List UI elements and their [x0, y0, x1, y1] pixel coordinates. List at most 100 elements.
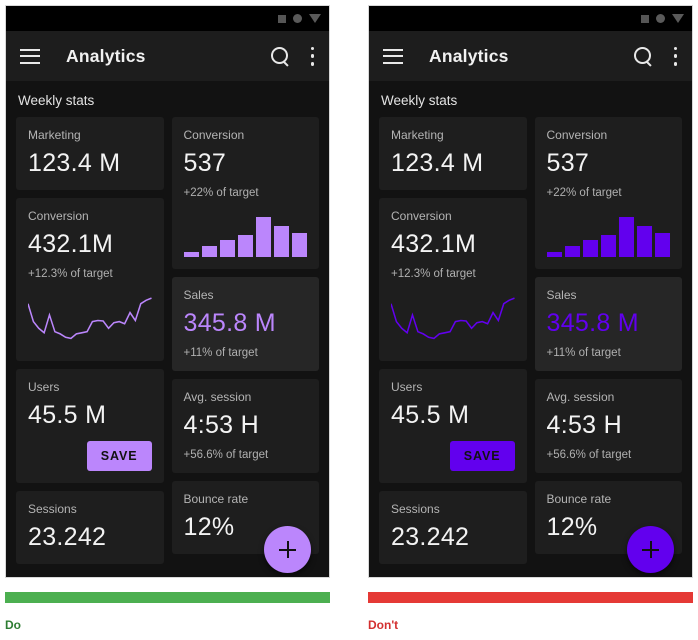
conversion-bar-chart — [183, 211, 308, 258]
page-title: Analytics — [429, 45, 509, 66]
stat-card-sessions[interactable]: Sessions 23.242 — [379, 491, 527, 565]
stat-card-label: Bounce rate — [546, 492, 612, 507]
card-column-left: Marketing 123.4 M Conversion 432.1M +12.3% o… — [379, 117, 527, 565]
stat-card-subtext: +22% of target — [183, 187, 259, 200]
bar-6 — [636, 225, 652, 258]
square-icon — [278, 14, 286, 23]
phone-frame-dont: Analytics Weekly stats Marketing 123.4 M C… — [368, 5, 693, 578]
stat-card-value: 45.5 M — [391, 400, 470, 429]
stat-card-label: Marketing — [391, 128, 444, 142]
stat-card-subtext: +12.3% of target — [391, 268, 476, 281]
stat-card-value: 537 — [183, 148, 227, 177]
status-bar — [6, 6, 329, 31]
plus-icon — [279, 541, 296, 558]
bar-7 — [654, 233, 671, 258]
save-button-row: SAVE — [391, 441, 515, 472]
stat-card-avgsession[interactable]: Avg. session 4:53 H +56.6% of target — [171, 379, 319, 474]
floating-action-button[interactable] — [264, 526, 311, 573]
stat-card-value: 23.242 — [28, 522, 107, 551]
comparison-figure: Analytics Weekly stats Marketing 123.4 M C… — [0, 0, 698, 640]
stat-card-sessions[interactable]: Sessions 23.242 — [16, 491, 164, 565]
section-title: Weekly stats — [18, 93, 95, 108]
stat-card-label: Conversion — [183, 128, 245, 142]
bar-3 — [219, 239, 235, 258]
stat-card-conversion1[interactable]: Conversion 537 +22% of target — [534, 117, 682, 270]
stat-card-subtext: +11% of target — [183, 347, 258, 360]
bar-3 — [582, 239, 598, 258]
more-vertical-icon[interactable] — [673, 46, 678, 66]
conversion-bar-chart — [546, 211, 671, 258]
stat-card-label: Users — [28, 380, 60, 395]
bar-5 — [255, 216, 271, 258]
triangle-down-icon — [672, 14, 684, 23]
stat-card-value: 432.1M — [391, 229, 477, 258]
stat-card-label: Sales — [183, 288, 214, 303]
stat-card-conversion2[interactable]: Conversion 432.1M +12.3% of target — [379, 198, 527, 362]
conversion-sparkline — [390, 297, 515, 340]
save-button-row: SAVE — [28, 441, 152, 472]
status-bar — [369, 6, 692, 31]
stat-card-value: 23.242 — [391, 522, 470, 551]
stat-card-marketing[interactable]: Marketing 123.4 M — [16, 117, 164, 191]
stat-card-value: 432.1M — [28, 229, 114, 258]
bar-6 — [273, 225, 289, 258]
search-icon[interactable] — [633, 46, 654, 67]
stat-card-value: 4:53 H — [546, 410, 622, 439]
plus-icon — [642, 541, 659, 558]
stat-card-value: 45.5 M — [28, 400, 107, 429]
stat-card-label: Avg. session — [546, 390, 615, 405]
do-caption: Do — [5, 618, 21, 632]
stat-card-users[interactable]: Users 45.5 M SAVE — [379, 369, 527, 484]
stat-card-label: Avg. session — [183, 390, 252, 405]
stat-card-subtext: +11% of target — [546, 347, 621, 360]
stat-card-value: 123.4 M — [28, 148, 121, 177]
stat-card-subtext: +12.3% of target — [28, 268, 113, 281]
stat-card-users[interactable]: Users 45.5 M SAVE — [16, 369, 164, 484]
stat-card-label: Conversion — [391, 209, 452, 224]
card-column-left: Marketing 123.4 M Conversion 432.1M +12.3% o… — [16, 117, 164, 565]
bar-4 — [237, 235, 253, 258]
stat-card-avgsession[interactable]: Avg. session 4:53 H +56.6% of target — [534, 379, 682, 474]
content-area: Weekly stats Marketing 123.4 M Conversion 4… — [6, 81, 329, 577]
hamburger-menu-icon[interactable] — [20, 48, 40, 64]
stat-card-label: Conversion — [546, 128, 608, 142]
do-indicator-bar — [5, 592, 330, 603]
content-area: Weekly stats Marketing 123.4 M Conversion 4… — [369, 81, 692, 577]
page-title: Analytics — [66, 45, 146, 66]
stat-card-conversion1[interactable]: Conversion 537 +22% of target — [171, 117, 319, 270]
search-icon[interactable] — [270, 46, 291, 67]
panel-do: Analytics Weekly stats Marketing 123.4 M C… — [5, 5, 330, 583]
triangle-down-icon — [309, 14, 321, 23]
stat-card-label: Sessions — [391, 502, 440, 517]
hamburger-menu-icon[interactable] — [383, 48, 403, 64]
circle-icon — [656, 14, 665, 23]
save-button[interactable]: SAVE — [449, 441, 515, 472]
circle-icon — [293, 14, 302, 23]
floating-action-button[interactable] — [627, 526, 674, 573]
bar-2 — [564, 246, 580, 258]
bar-2 — [201, 246, 217, 258]
app-bar: Analytics — [369, 31, 692, 81]
phone-frame-do: Analytics Weekly stats Marketing 123.4 M C… — [5, 5, 330, 578]
bar-1 — [546, 251, 562, 258]
bar-4 — [600, 235, 616, 258]
stat-card-conversion2[interactable]: Conversion 432.1M +12.3% of target — [16, 198, 164, 362]
more-vertical-icon[interactable] — [310, 46, 315, 66]
conversion-sparkline — [27, 297, 152, 340]
square-icon — [641, 14, 649, 23]
stat-card-value: 4:53 H — [183, 410, 259, 439]
stat-card-sales[interactable]: Sales 345.8 M +11% of target — [171, 277, 319, 372]
stat-card-label: Sessions — [28, 502, 77, 517]
bar-7 — [291, 233, 308, 258]
stat-card-value: 345.8 M — [546, 308, 639, 337]
stat-card-subtext: +56.6% of target — [183, 449, 269, 462]
stat-card-label: Users — [391, 380, 423, 395]
stat-card-marketing[interactable]: Marketing 123.4 M — [379, 117, 527, 191]
stat-card-subtext: +56.6% of target — [546, 449, 632, 462]
save-button[interactable]: SAVE — [86, 441, 152, 472]
stat-card-sales[interactable]: Sales 345.8 M +11% of target — [534, 277, 682, 372]
stat-card-value: 345.8 M — [183, 308, 276, 337]
dont-indicator-bar — [368, 592, 693, 603]
stat-card-value: 537 — [546, 148, 590, 177]
stat-card-label: Marketing — [28, 128, 81, 142]
